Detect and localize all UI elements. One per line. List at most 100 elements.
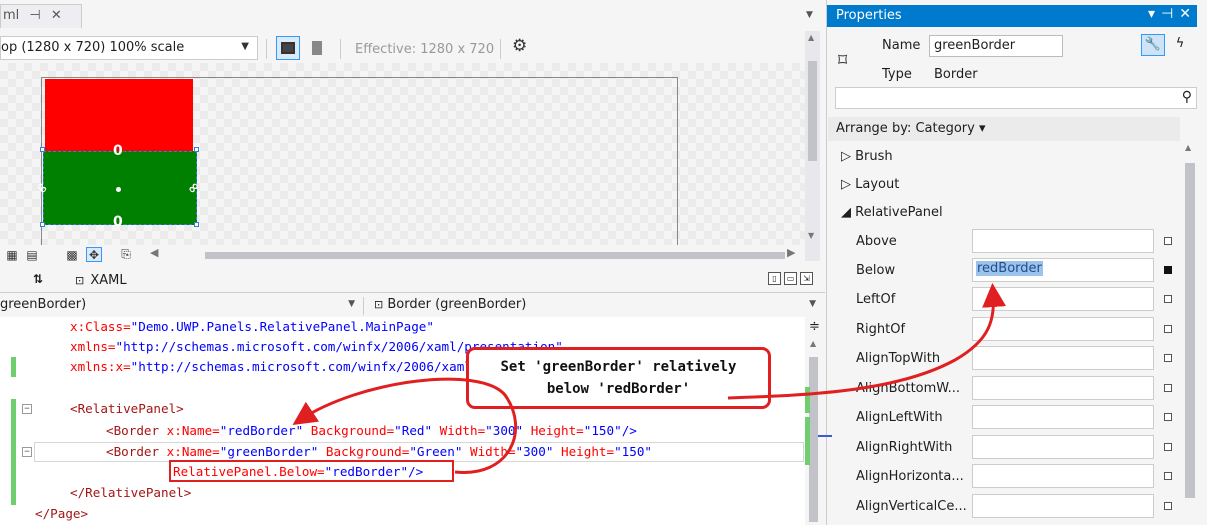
portrait-button[interactable] xyxy=(305,36,329,60)
element-dropdown-value: Border (greenBorder) xyxy=(387,297,527,312)
property-rightof-input[interactable] xyxy=(972,317,1154,341)
link-top-icon[interactable]: 0 xyxy=(113,143,123,159)
pin-icon[interactable]: ⊣ xyxy=(29,8,40,23)
fold-toggle[interactable]: − xyxy=(22,404,32,414)
close-icon[interactable]: ✕ xyxy=(1179,6,1191,22)
scrollbar-thumb[interactable] xyxy=(1185,163,1195,498)
border-element-icon: ⌑ xyxy=(838,50,848,71)
collapse-pane-icon[interactable]: ⇲ xyxy=(800,272,813,285)
design-canvas[interactable]: 0 ∞ ∞ 0 xyxy=(0,63,805,245)
advanced-options-marker[interactable] xyxy=(1164,237,1172,245)
advanced-options-marker[interactable] xyxy=(1164,354,1172,362)
property-label: AlignHorizonta... xyxy=(856,469,964,484)
property-above-input[interactable] xyxy=(972,229,1154,253)
property-leftof-input[interactable] xyxy=(972,287,1154,311)
property-alignleftwith-input[interactable] xyxy=(972,405,1154,429)
grid-icon[interactable]: ▦ xyxy=(4,247,20,262)
advanced-options-marker[interactable] xyxy=(1164,472,1172,480)
property-search-input[interactable]: ⚲ xyxy=(835,87,1197,109)
document-tab[interactable]: ml ⊣ ✕ xyxy=(0,4,82,28)
property-alignvertical-input[interactable] xyxy=(972,494,1154,518)
scrollbar-thumb[interactable] xyxy=(809,357,818,522)
code-value: "300" xyxy=(485,423,524,438)
name-field[interactable]: greenBorder xyxy=(929,35,1063,57)
editor-vertical-scrollbar[interactable]: ≑ ▲ xyxy=(805,317,825,525)
property-label: Above xyxy=(856,234,897,249)
resize-handle[interactable] xyxy=(40,222,45,227)
property-label: AlignVerticalCe... xyxy=(856,499,967,514)
property-label: AlignBottomW... xyxy=(856,381,961,396)
gear-icon[interactable]: ⚙ xyxy=(512,36,527,56)
element-dropdown[interactable]: ⊡ Border (greenBorder) ▼ xyxy=(374,297,820,315)
code-tag: </RelativePanel> xyxy=(70,485,192,500)
tab-overflow-icon[interactable]: ▼ xyxy=(806,10,813,20)
code-line: </RelativePanel> xyxy=(70,483,191,503)
advanced-options-marker[interactable] xyxy=(1164,413,1172,421)
red-border-element[interactable] xyxy=(45,79,193,151)
project-code-icon[interactable]: ⎘ xyxy=(118,247,134,262)
arrange-by-dropdown[interactable]: Arrange by: Category ▾ xyxy=(828,117,1180,141)
scroll-down-icon[interactable]: ▼ xyxy=(808,231,814,240)
advanced-options-marker[interactable] xyxy=(1164,266,1172,274)
chevron-down-icon[interactable]: ▾ xyxy=(1148,6,1155,22)
artboard-icon[interactable]: ▩ xyxy=(64,247,80,262)
code-attr: Width= xyxy=(470,444,516,459)
landscape-button[interactable] xyxy=(276,36,300,60)
xaml-tab-icon: ⊡ xyxy=(75,274,85,287)
category-relativepanel[interactable]: ◢ RelativePanel xyxy=(841,205,943,220)
events-view-button[interactable]: ϟ xyxy=(1171,34,1189,56)
snap-grid-icon[interactable]: ▤ xyxy=(24,247,40,262)
category-brush[interactable]: ▷ Brush xyxy=(841,149,893,164)
navigation-bar: greenBorder) ▼ ⊡ Border (greenBorder) ▼ xyxy=(0,294,825,317)
scroll-left-icon[interactable]: ◀ xyxy=(150,246,158,259)
designer-vertical-scrollbar[interactable]: ▲ ▼ xyxy=(805,31,820,261)
change-marker xyxy=(805,417,810,465)
advanced-options-marker[interactable] xyxy=(1164,502,1172,510)
resize-handle[interactable] xyxy=(194,222,199,227)
properties-view-button[interactable]: 🔧 xyxy=(1141,34,1165,56)
swap-panes-icon[interactable]: ⇅ xyxy=(33,272,43,286)
category-layout[interactable]: ▷ Layout xyxy=(841,177,899,192)
chevron-down-icon: ▼ xyxy=(241,41,249,52)
code-attr: Background= xyxy=(325,444,410,459)
pin-icon[interactable]: ⊣ xyxy=(1161,6,1173,22)
device-select[interactable]: op (1280 x 720) 100% scale ▼ xyxy=(0,36,258,60)
scroll-up-icon[interactable]: ▲ xyxy=(1185,143,1191,152)
horizontal-scrollbar[interactable] xyxy=(205,252,785,259)
center-handle[interactable] xyxy=(116,187,121,192)
split-editor-icon[interactable]: ≑ xyxy=(809,319,820,334)
property-alignbottomwith-input[interactable] xyxy=(972,376,1154,400)
callout-line-2: below 'redBorder' xyxy=(546,381,691,397)
code-tag: <Border xyxy=(106,444,160,459)
resize-handle[interactable] xyxy=(194,147,199,152)
scroll-up-icon[interactable]: ▲ xyxy=(808,33,814,42)
snap-lines-icon[interactable]: ✥ xyxy=(86,247,102,262)
advanced-options-marker[interactable] xyxy=(1164,295,1172,303)
fold-toggle[interactable]: − xyxy=(22,447,32,457)
property-below-input[interactable]: redBorder xyxy=(972,258,1154,282)
search-icon: ⚲ xyxy=(1181,89,1192,105)
property-alignrightwith-input[interactable] xyxy=(972,435,1154,459)
selected-value-text: redBorder xyxy=(976,261,1043,276)
property-alignhorizontal-input[interactable] xyxy=(972,464,1154,488)
vertical-split-icon[interactable]: ▯ xyxy=(768,272,781,285)
resize-handle[interactable] xyxy=(40,147,45,152)
advanced-options-marker[interactable] xyxy=(1164,325,1172,333)
horizontal-split-icon[interactable]: ▭ xyxy=(784,272,797,285)
code-attr: x:Class= xyxy=(70,319,131,334)
tab-xaml[interactable]: ⊡ XAML xyxy=(75,273,127,288)
property-aligntopwith-input[interactable] xyxy=(972,346,1154,370)
advanced-options-marker[interactable] xyxy=(1164,384,1172,392)
change-marker xyxy=(11,357,16,377)
advanced-options-marker[interactable] xyxy=(1164,443,1172,451)
scrollbar-thumb[interactable] xyxy=(808,61,817,161)
scope-dropdown[interactable]: greenBorder) ▼ xyxy=(0,297,364,315)
scroll-up-icon[interactable]: ▲ xyxy=(810,339,816,348)
code-tag: <Border xyxy=(106,423,160,438)
properties-vertical-scrollbar[interactable]: ▲ xyxy=(1182,141,1199,525)
chevron-down-icon: ▼ xyxy=(348,299,355,309)
link-bottom-icon[interactable]: 0 xyxy=(113,214,123,230)
scroll-right-icon[interactable]: ▶ xyxy=(787,246,795,259)
close-icon[interactable]: ✕ xyxy=(51,8,62,23)
lightning-icon: ϟ xyxy=(1175,36,1185,51)
